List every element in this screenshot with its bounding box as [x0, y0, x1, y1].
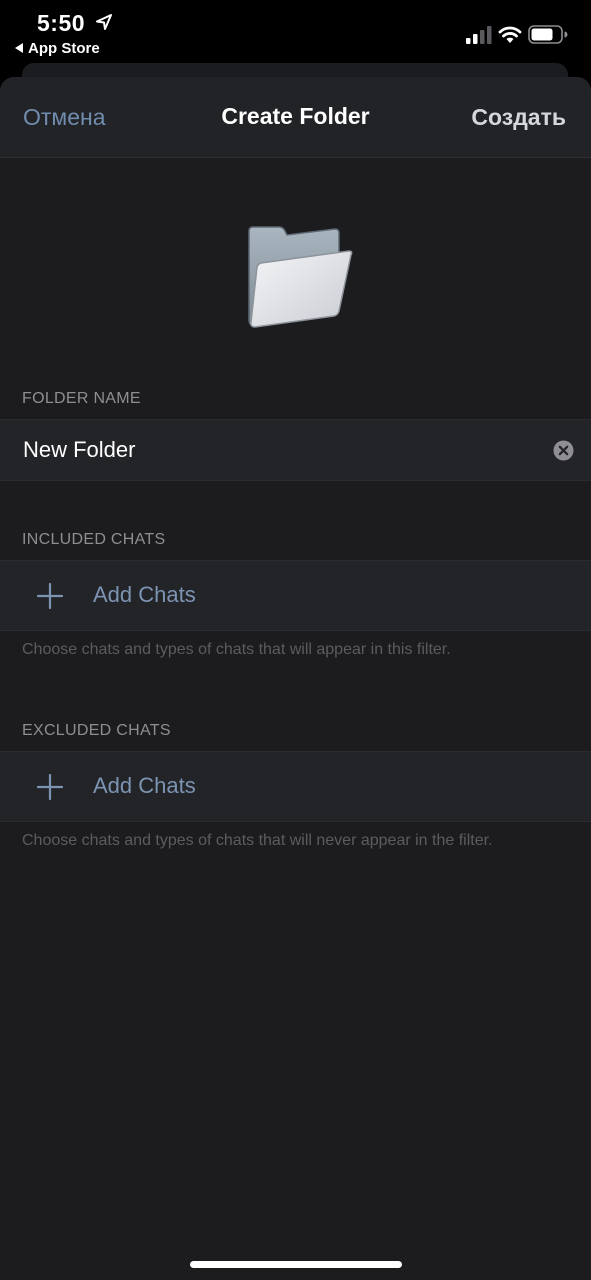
included-chats-footer: Choose chats and types of chats that wil… — [22, 641, 451, 658]
included-add-chats-button[interactable]: Add Chats — [0, 560, 591, 631]
folder-icon — [248, 226, 353, 328]
location-arrow-icon — [96, 14, 112, 30]
back-to-app-store[interactable]: App Store — [15, 40, 100, 57]
add-chats-label: Add Chats — [93, 773, 196, 798]
battery-icon — [528, 25, 568, 44]
folder-name-header: FOLDER NAME — [22, 390, 141, 407]
plus-icon — [37, 583, 63, 609]
folder-name-row[interactable]: New Folder — [0, 419, 591, 481]
folder-name-input[interactable]: New Folder — [23, 437, 135, 463]
status-bar: 5:50 App Store — [0, 0, 591, 64]
add-chats-label: Add Chats — [93, 582, 196, 607]
signal-icon — [466, 26, 492, 44]
excluded-chats-footer: Choose chats and types of chats that wil… — [22, 832, 493, 849]
plus-icon — [37, 774, 63, 800]
back-app-label: App Store — [28, 40, 100, 57]
back-triangle-icon — [15, 43, 23, 53]
status-time: 5:50 — [37, 10, 86, 36]
included-chats-header: INCLUDED CHATS — [22, 531, 166, 548]
excluded-chats-header: EXCLUDED CHATS — [22, 722, 171, 739]
excluded-add-chats-button[interactable]: Add Chats — [0, 751, 591, 822]
navigation-bar: Отмена Create Folder Создать — [0, 77, 591, 158]
create-folder-sheet: Отмена Create Folder Создать FOLDER NAME… — [0, 77, 591, 1280]
create-button[interactable]: Создать — [471, 104, 566, 131]
clear-icon[interactable] — [553, 440, 574, 461]
wifi-icon — [498, 26, 522, 43]
home-indicator[interactable] — [190, 1261, 402, 1268]
